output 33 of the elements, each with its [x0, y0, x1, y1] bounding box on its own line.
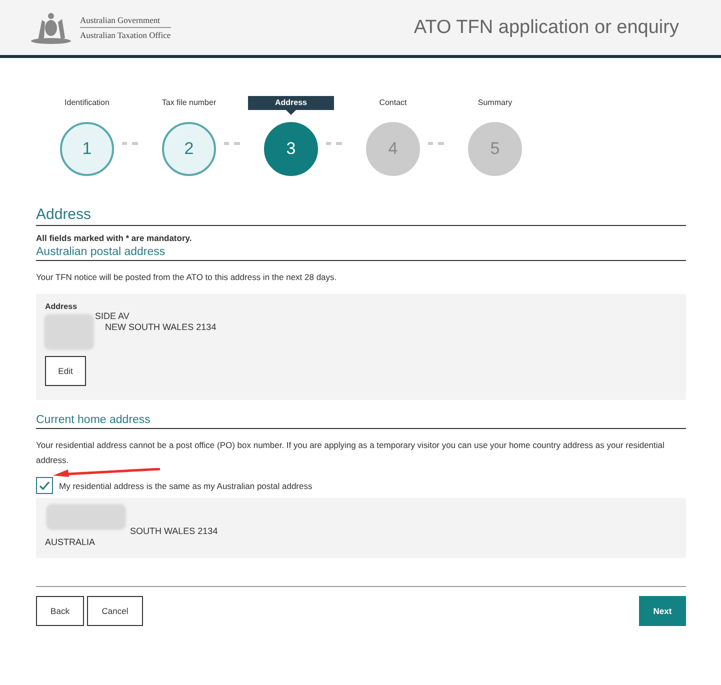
checkbox[interactable] [36, 477, 53, 494]
section-heading: Australian postal address [36, 246, 686, 261]
address-label: Address [45, 302, 78, 311]
mandatory-note: All fields marked with * are mandatory. [36, 233, 193, 243]
step-circle: 2 [162, 122, 216, 176]
address-line: SIDE AV [94, 311, 130, 322]
address-line: SOUTH WALES 2134 [129, 526, 219, 537]
step-label: Contact [378, 97, 408, 109]
page-title: ATO TFN application or enquiry [414, 16, 679, 38]
blur-patch [44, 314, 94, 350]
step-label: Tax file number [160, 97, 218, 109]
step-circle: 4 [366, 122, 420, 176]
pointer-icon [286, 110, 296, 115]
back-button[interactable]: Back [36, 596, 84, 626]
step-circle: 3 [264, 122, 318, 176]
checkbox-label: My residential address is the same as my Australian postal address [59, 480, 312, 490]
step-circle: 1 [60, 122, 114, 176]
step-label: Address [248, 96, 334, 110]
next-button[interactable]: Next [639, 596, 686, 626]
step-label: Summary [476, 97, 514, 109]
section-heading: Current home address [36, 414, 686, 429]
address-line: AUSTRALIA [45, 537, 96, 548]
checkmark-icon [39, 480, 50, 490]
step-circle: 5 [468, 122, 522, 176]
logo-text: Australian Taxation Office [80, 30, 171, 40]
residential-note: Your residential address cannot be a post office (PO) box number. If you are applying as a temporary visitor you can use your home country address as your residential address. [36, 439, 666, 467]
logo-text: Australian Government [80, 15, 171, 28]
cancel-button[interactable]: Cancel [87, 596, 143, 626]
section-heading: Address [36, 206, 686, 226]
edit-button[interactable]: Edit [45, 356, 86, 386]
postal-note: Your TFN notice will be posted from the ATO to this address in the next 28 days. [36, 271, 338, 284]
address-line: NEW SOUTH WALES 2134 [104, 322, 218, 333]
step-label: Identification [64, 97, 110, 109]
